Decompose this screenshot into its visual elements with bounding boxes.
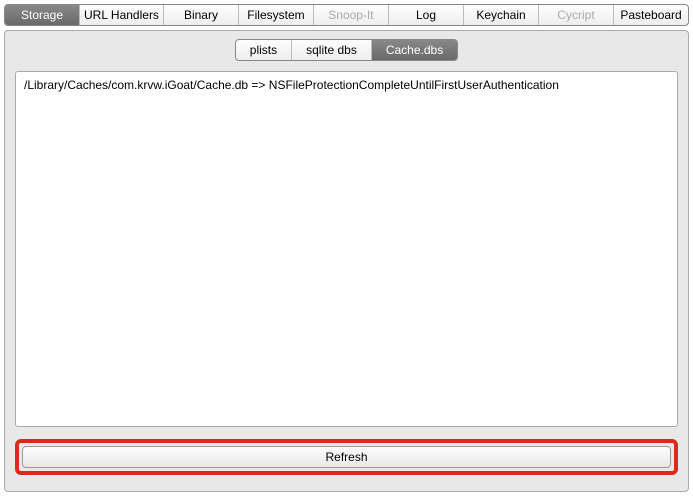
- top-tab-bar: Storage URL Handlers Binary Filesystem S…: [4, 4, 689, 26]
- subtab-sqlite-dbs[interactable]: sqlite dbs: [292, 40, 372, 60]
- refresh-button[interactable]: Refresh: [22, 446, 671, 468]
- tab-snoop-it: Snoop-It: [314, 5, 389, 25]
- tab-binary[interactable]: Binary: [164, 5, 239, 25]
- tab-url-handlers[interactable]: URL Handlers: [80, 5, 164, 25]
- subtab-cache-dbs[interactable]: Cache.dbs: [372, 40, 457, 60]
- tab-cycript: Cycript: [539, 5, 614, 25]
- tab-pasteboard[interactable]: Pasteboard: [614, 5, 688, 25]
- tab-keychain[interactable]: Keychain: [464, 5, 539, 25]
- tab-filesystem[interactable]: Filesystem: [239, 5, 314, 25]
- main-panel: plists sqlite dbs Cache.dbs /Library/Cac…: [4, 30, 689, 492]
- tab-log[interactable]: Log: [389, 5, 464, 25]
- subtab-plists[interactable]: plists: [236, 40, 292, 60]
- refresh-highlight: Refresh: [15, 439, 678, 475]
- sub-tab-bar: plists sqlite dbs Cache.dbs: [15, 39, 678, 61]
- content-line: /Library/Caches/com.krvw.iGoat/Cache.db …: [24, 78, 669, 92]
- content-list[interactable]: /Library/Caches/com.krvw.iGoat/Cache.db …: [15, 71, 678, 427]
- tab-storage[interactable]: Storage: [5, 5, 80, 25]
